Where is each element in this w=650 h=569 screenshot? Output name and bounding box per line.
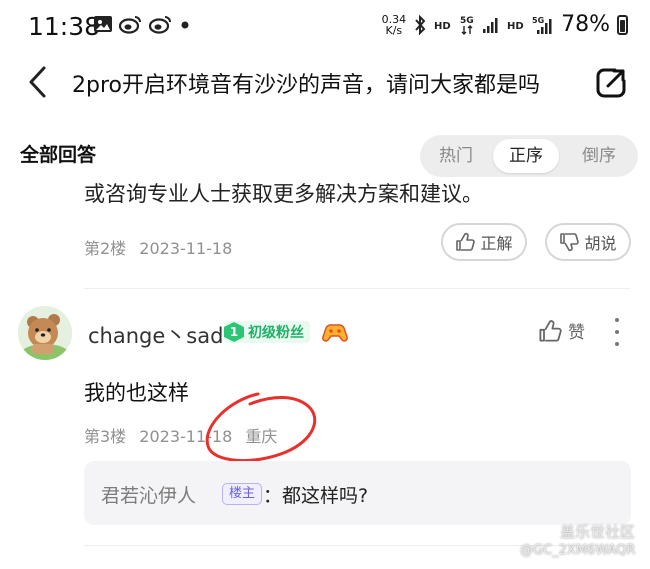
weibo-icon	[149, 16, 171, 34]
battery-icon	[617, 14, 628, 35]
svg-text:HD: HD	[507, 21, 524, 32]
watermark-user: @GC_2XM6WAQR	[520, 543, 636, 558]
more-options-button[interactable]	[610, 318, 624, 346]
gallery-icon	[94, 16, 112, 32]
thumbs-down-icon	[560, 233, 580, 252]
battery-percent: 78%	[561, 12, 610, 37]
like-button[interactable]: 赞	[538, 318, 585, 343]
op-badge: 楼主	[222, 483, 263, 505]
level-number: 1	[224, 322, 244, 342]
svg-text:HD: HD	[434, 21, 451, 32]
answer-text: 或咨询专业人士获取更多解决方案和建议。	[84, 182, 483, 206]
hd-icon: HD	[507, 21, 524, 32]
answer-meta: 第2楼 2023-11-18	[84, 235, 232, 259]
sort-segmented-control: 热门 正序 倒序	[420, 135, 638, 177]
status-right: 0.34 K/s HD 5G HD 5G 78%	[382, 12, 628, 37]
signal-icon	[483, 17, 498, 33]
bluetooth-icon	[415, 14, 426, 35]
red-circle-scribble	[205, 392, 317, 463]
floor-number: 第2楼	[84, 239, 127, 258]
svg-text:5G: 5G	[460, 16, 474, 26]
username[interactable]: change丶sad	[88, 320, 223, 350]
nonsense-label: 胡说	[584, 234, 617, 253]
weibo-icon	[119, 16, 141, 34]
net-speed: 0.34 K/s	[382, 14, 407, 36]
page-title: 2pro开启环境音有沙沙的声音，请问大家都是吗	[72, 73, 540, 98]
more-dot	[615, 330, 619, 334]
divider	[84, 288, 630, 289]
chevron-left-icon	[29, 66, 46, 98]
correct-answer-button[interactable]: 正解	[441, 223, 527, 261]
thumbs-up-icon	[456, 232, 476, 251]
5g-signal-icon: 5G	[532, 16, 552, 34]
like-label: 赞	[568, 323, 585, 343]
section-title: 全部回答	[20, 144, 97, 166]
more-dot	[615, 342, 619, 346]
level-badge: 1 初级粉丝	[224, 321, 310, 343]
5g-icon: 5G	[460, 16, 474, 35]
thumbs-up-icon	[539, 319, 562, 342]
back-button[interactable]	[26, 64, 50, 100]
net-speed-value: 0.34	[381, 12, 407, 26]
net-speed-unit: K/s	[385, 23, 403, 37]
sort-hot-tab[interactable]: 热门	[422, 139, 490, 173]
status-time: 11:38	[28, 12, 101, 41]
gamepad-badge-icon	[322, 324, 348, 342]
bear-avatar-icon	[18, 306, 72, 360]
reply-text: ：都这样吗?	[263, 485, 369, 507]
share-button[interactable]	[594, 66, 628, 100]
nonsense-button[interactable]: 胡说	[545, 223, 631, 261]
dot-icon	[181, 21, 189, 29]
notification-icons	[93, 14, 191, 34]
more-dot	[615, 318, 619, 322]
avatar[interactable]	[18, 306, 72, 360]
reply-author[interactable]: 君若沁伊人	[101, 481, 196, 508]
svg-text:5G: 5G	[532, 16, 544, 25]
watermark-brand: 盖乐世社区	[560, 523, 636, 541]
floor-number: 第3楼	[84, 427, 127, 446]
level-label: 初级粉丝	[248, 325, 304, 341]
post-date: 2023-11-18	[139, 239, 233, 258]
sort-ascending-tab[interactable]: 正序	[493, 139, 559, 173]
share-icon	[596, 68, 626, 98]
correct-answer-label: 正解	[480, 234, 513, 253]
hd-icon: HD	[434, 21, 451, 32]
sort-descending-tab[interactable]: 倒序	[565, 139, 633, 173]
answer-text: 我的也这样	[84, 381, 189, 405]
